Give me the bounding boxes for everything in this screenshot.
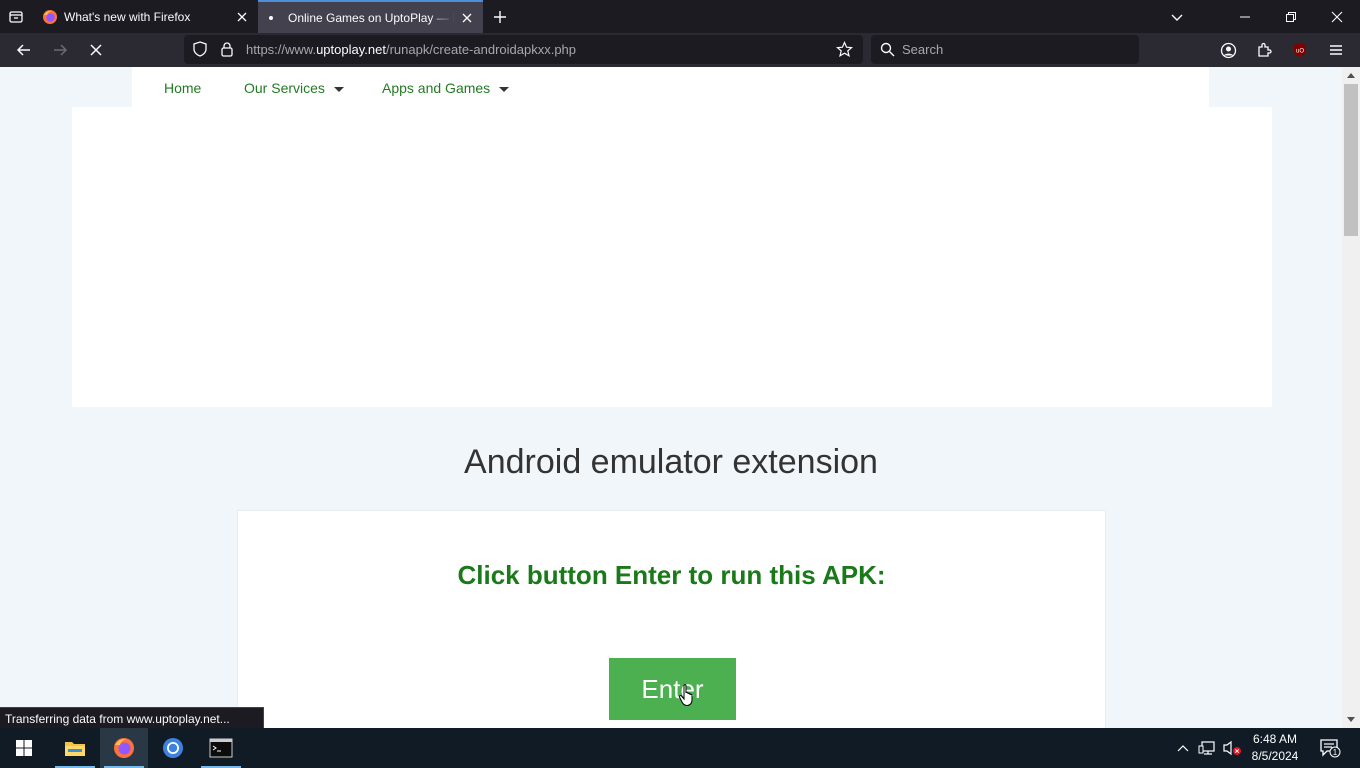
system-clock[interactable]: 6:48 AM 8/5/2024: [1244, 731, 1306, 765]
close-tab-icon[interactable]: [230, 5, 254, 29]
list-all-tabs-icon[interactable]: [1164, 4, 1190, 30]
stop-loading-icon[interactable]: [82, 36, 110, 64]
firefox-logo-icon: [42, 9, 58, 25]
run-apk-card: Click button Enter to run this APK: Ente…: [237, 510, 1106, 728]
scroll-thumb[interactable]: [1344, 84, 1358, 236]
vertical-scrollbar[interactable]: [1342, 67, 1360, 728]
terminal-icon[interactable]: [197, 728, 245, 768]
url-prefix: https://www.: [246, 42, 317, 57]
restore-icon[interactable]: [1268, 0, 1314, 33]
search-icon: [880, 42, 895, 62]
site-navigation: Home Our Services Apps and Games: [132, 67, 1209, 107]
search-field[interactable]: Search: [871, 35, 1139, 64]
bookmark-star-icon[interactable]: [835, 41, 854, 63]
dropdown-caret-icon: [333, 86, 344, 92]
search-placeholder: Search: [902, 42, 944, 57]
hamburger-menu-icon[interactable]: [1322, 36, 1350, 64]
close-tab-icon[interactable]: [455, 6, 479, 30]
start-windows-icon[interactable]: [0, 728, 48, 768]
url-domain: uptoplay.net: [316, 42, 386, 57]
tab-bar: What's new with Firefox Online Games on …: [0, 0, 1360, 33]
back-icon[interactable]: [10, 36, 38, 64]
tab-uptoplay[interactable]: Online Games on UptoPlay — Run: [258, 0, 483, 33]
nav-link-apps-and-games[interactable]: Apps and Games: [382, 80, 510, 96]
chrome-icon[interactable]: [149, 728, 197, 768]
hand-cursor-icon: [678, 684, 693, 707]
show-hidden-icons-chevron-icon[interactable]: [1173, 728, 1193, 768]
notification-count: 1: [1333, 748, 1338, 757]
enter-button[interactable]: Enter: [609, 658, 736, 720]
ad-placeholder: [72, 107, 1272, 407]
nav-label: Apps and Games: [382, 80, 491, 96]
nav-link-our-services[interactable]: Our Services: [244, 80, 344, 96]
page-title: Android emulator extension: [464, 443, 878, 481]
instruction-message: Click button Enter to run this APK:: [457, 560, 886, 590]
windows-taskbar: 6:48 AM 8/5/2024 1: [0, 728, 1360, 768]
new-tab-icon[interactable]: [487, 4, 513, 30]
firefox-view-icon[interactable]: [0, 0, 32, 33]
scroll-down-arrow-icon[interactable]: [1342, 712, 1360, 728]
tracking-shield-icon[interactable]: [192, 41, 208, 62]
close-window-icon[interactable]: [1314, 0, 1360, 33]
status-panel: Transferring data from www.uptoplay.net.…: [0, 707, 264, 729]
extensions-icon[interactable]: [1250, 36, 1278, 64]
navigation-toolbar: https://www.uptoplay.net/runapk/create-a…: [0, 33, 1360, 67]
nav-label: Our Services: [244, 80, 325, 96]
firefox-taskbar-icon[interactable]: [100, 728, 148, 768]
lock-icon[interactable]: [220, 41, 234, 62]
clock-date: 8/5/2024: [1251, 749, 1299, 763]
volume-muted-icon[interactable]: [1220, 728, 1244, 768]
tab-title: Online Games on UptoPlay — Run: [288, 10, 455, 25]
tab-title: What's new with Firefox: [64, 9, 191, 24]
nav-link-home[interactable]: Home: [164, 80, 201, 96]
network-icon[interactable]: [1196, 728, 1218, 768]
loading-dot-icon: [266, 10, 282, 26]
dropdown-caret-icon: [499, 86, 510, 92]
minimize-icon[interactable]: [1222, 0, 1268, 33]
url-text: https://www.uptoplay.net/runapk/create-a…: [246, 42, 576, 57]
url-path: /runapk/create-androidapkxx.php: [385, 42, 577, 57]
clock-time: 6:48 AM: [1252, 732, 1298, 746]
forward-icon[interactable]: [46, 36, 74, 64]
file-explorer-icon[interactable]: [51, 728, 99, 768]
web-page: Home Our Services Apps and Games Android…: [0, 67, 1342, 728]
action-center-icon[interactable]: 1: [1312, 728, 1348, 768]
address-bar[interactable]: https://www.uptoplay.net/runapk/create-a…: [184, 35, 863, 64]
scroll-up-arrow-icon[interactable]: [1342, 67, 1360, 83]
account-icon[interactable]: [1214, 36, 1242, 64]
svg-text:uO: uO: [1296, 49, 1304, 55]
tab-whats-new[interactable]: What's new with Firefox: [34, 0, 258, 33]
ublock-origin-icon[interactable]: uO: [1286, 36, 1314, 64]
